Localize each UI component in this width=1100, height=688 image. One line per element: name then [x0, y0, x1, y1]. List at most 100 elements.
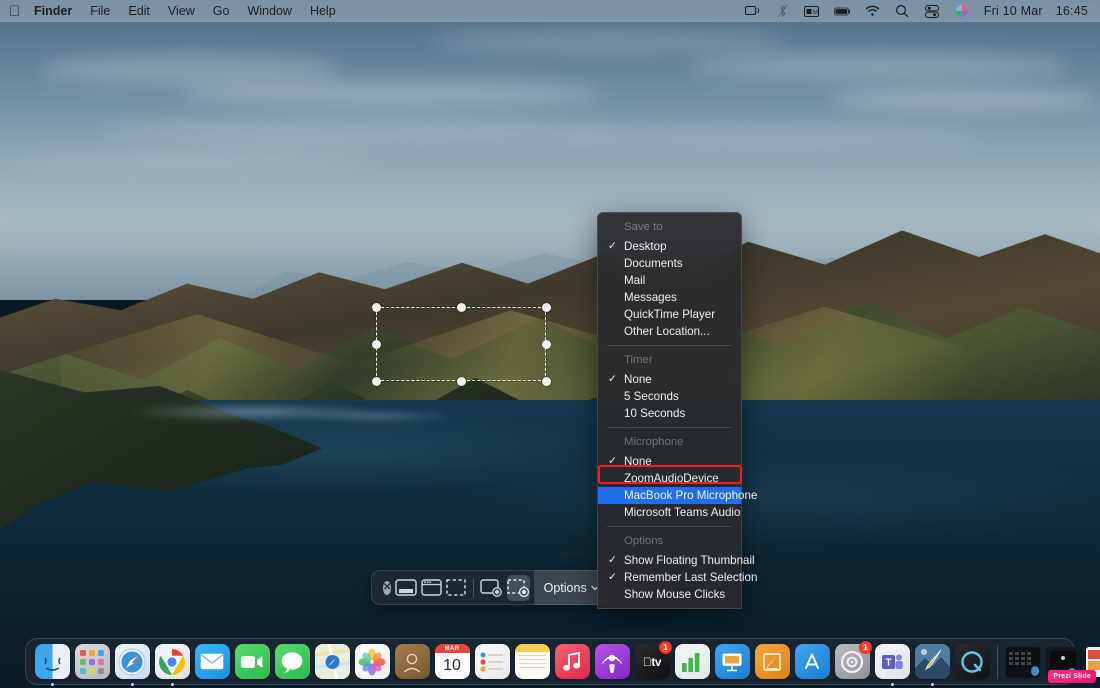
menu-view[interactable]: View: [159, 0, 204, 22]
dock-item-app-store[interactable]: [793, 643, 831, 681]
dock-item-contacts[interactable]: [393, 643, 431, 681]
selection-handle-se[interactable]: [541, 376, 551, 386]
bluetooth-disabled-icon[interactable]: [774, 4, 791, 19]
menu-item-messages[interactable]: Messages: [598, 289, 741, 306]
facetime-icon: [234, 644, 270, 679]
capture-selected-window-button[interactable]: [421, 575, 442, 601]
menu-file[interactable]: File: [81, 0, 119, 22]
menu-item-show-mouse-clicks[interactable]: Show Mouse Clicks: [598, 586, 741, 603]
battery-percent-icon[interactable]: M: [804, 4, 821, 19]
menu-item-label: QuickTime Player: [624, 308, 716, 321]
checkmark-icon: ✓: [608, 571, 617, 583]
preview-icon: [914, 644, 950, 679]
menu-item-timer-5-seconds[interactable]: 5 Seconds: [598, 388, 741, 405]
wallpaper-cloud: [40, 54, 340, 84]
dock-item-numbers[interactable]: [673, 643, 711, 681]
dock-item-messages[interactable]: [273, 643, 311, 681]
menu-finder[interactable]: Finder: [25, 0, 81, 22]
selection-handle-nw[interactable]: [371, 302, 381, 312]
menu-item-microphone-none[interactable]: ✓ None: [598, 453, 741, 470]
dock-item-system-preferences[interactable]: 1: [833, 640, 872, 681]
dock-item-pages[interactable]: [753, 643, 791, 681]
menu-item-documents[interactable]: Documents: [598, 255, 741, 272]
record-entire-screen-button[interactable]: [480, 575, 503, 601]
dock-item-mail[interactable]: [193, 643, 231, 681]
dock-item-google-chrome[interactable]: [153, 643, 191, 686]
menu-item-timer-none[interactable]: ✓ None: [598, 371, 741, 388]
menu-help[interactable]: Help: [301, 0, 345, 22]
menu-item-macbook-pro-microphone[interactable]: MacBook Pro Microphone: [598, 487, 757, 504]
dock-item-safari[interactable]: [113, 643, 151, 686]
capture-entire-screen-button[interactable]: [395, 575, 417, 601]
dock-item-microsoft-teams[interactable]: T: [873, 643, 911, 686]
menu-separator: [607, 345, 732, 346]
screenshot-selection-region[interactable]: [371, 302, 551, 386]
dock-item-reminders[interactable]: [473, 643, 511, 681]
dock-item-apple-tv[interactable]: tv 1: [633, 640, 672, 681]
dock-item-maps[interactable]: [313, 643, 351, 681]
spotlight-search-icon[interactable]: [894, 4, 911, 19]
menu-item-mail[interactable]: Mail: [598, 272, 741, 289]
photos-icon: [354, 644, 390, 679]
selection-handle-n[interactable]: [456, 302, 466, 312]
dock-item-music[interactable]: [553, 643, 591, 681]
record-selected-portion-icon: [507, 578, 530, 597]
calendar-icon: MAR 10: [434, 644, 470, 679]
music-icon: [554, 644, 590, 679]
dock-item-calendar[interactable]: MAR 10: [433, 643, 471, 681]
dock-item-quicktime-player[interactable]: [953, 643, 991, 681]
dock-minimized-keyboard[interactable]: [1004, 643, 1042, 681]
record-entire-screen-icon: [480, 578, 502, 597]
pages-icon: [754, 644, 790, 679]
menu-item-zoomaudiodevice[interactable]: ZoomAudioDevice: [598, 470, 741, 487]
selection-handle-s[interactable]: [456, 376, 466, 386]
menu-window[interactable]: Window: [238, 0, 300, 22]
wallpaper-surf: [120, 392, 450, 432]
screen-mirroring-icon[interactable]: [744, 4, 761, 19]
menu-item-timer-10-seconds[interactable]: 10 Seconds: [598, 405, 741, 422]
menu-item-label: Other Location...: [624, 325, 710, 338]
options-button-label: Options: [543, 580, 587, 595]
menu-group-header-options: Options: [624, 535, 664, 547]
wallpaper-cloud: [560, 128, 980, 148]
record-selected-portion-button[interactable]: [507, 574, 531, 601]
menu-edit[interactable]: Edit: [119, 0, 159, 22]
menu-bar-date[interactable]: Fri 10 Mar: [984, 4, 1043, 18]
menu-item-remember-last-selection[interactable]: ✓ Remember Last Selection: [598, 569, 757, 586]
selection-handle-ne[interactable]: [541, 302, 551, 312]
siri-icon[interactable]: [954, 4, 971, 19]
close-icon[interactable]: ✕: [383, 580, 392, 595]
menu-item-label: Microsoft Teams Audio: [624, 506, 741, 519]
dock-item-keynote[interactable]: [713, 643, 751, 681]
wifi-icon[interactable]: [864, 4, 881, 19]
battery-icon[interactable]: [833, 4, 851, 19]
control-center-icon[interactable]: [924, 4, 941, 19]
menu-item-desktop[interactable]: ✓ Desktop: [598, 238, 741, 255]
dock-item-launchpad[interactable]: [73, 643, 111, 681]
checkmark-icon: ✓: [608, 455, 617, 467]
menu-group-header-timer: Timer: [624, 354, 653, 366]
apple-logo-icon[interactable]: : [9, 3, 25, 19]
wallpaper-cloud: [690, 52, 1070, 80]
svg-text:M: M: [813, 10, 818, 16]
dock-item-facetime[interactable]: [233, 643, 271, 681]
menu-item-microsoft-teams-audio[interactable]: Microsoft Teams Audio: [598, 504, 741, 521]
dock-item-notes[interactable]: [513, 643, 551, 681]
menu-bar-time[interactable]: 16:45: [1056, 4, 1088, 18]
selection-handle-sw[interactable]: [371, 376, 381, 386]
menu-item-quicktime-player[interactable]: QuickTime Player: [598, 306, 741, 323]
menu-item-label: 5 Seconds: [624, 390, 679, 403]
capture-selected-portion-button[interactable]: [446, 575, 466, 601]
menu-go[interactable]: Go: [204, 0, 239, 22]
selection-handle-w[interactable]: [371, 339, 381, 349]
menu-item-show-floating-thumbnail[interactable]: ✓ Show Floating Thumbnail: [598, 552, 755, 569]
dock-item-preview[interactable]: [913, 643, 951, 686]
notification-badge: 1: [859, 640, 872, 654]
dock-item-photos[interactable]: [353, 643, 391, 681]
dock-item-podcasts[interactable]: [593, 643, 631, 681]
selection-handle-e[interactable]: [541, 339, 551, 349]
dock-item-finder[interactable]: [33, 643, 71, 686]
menu-item-other-location[interactable]: Other Location...: [598, 323, 741, 340]
menu-group-header-microphone: Microphone: [624, 436, 684, 448]
dock-divider: [997, 644, 998, 679]
